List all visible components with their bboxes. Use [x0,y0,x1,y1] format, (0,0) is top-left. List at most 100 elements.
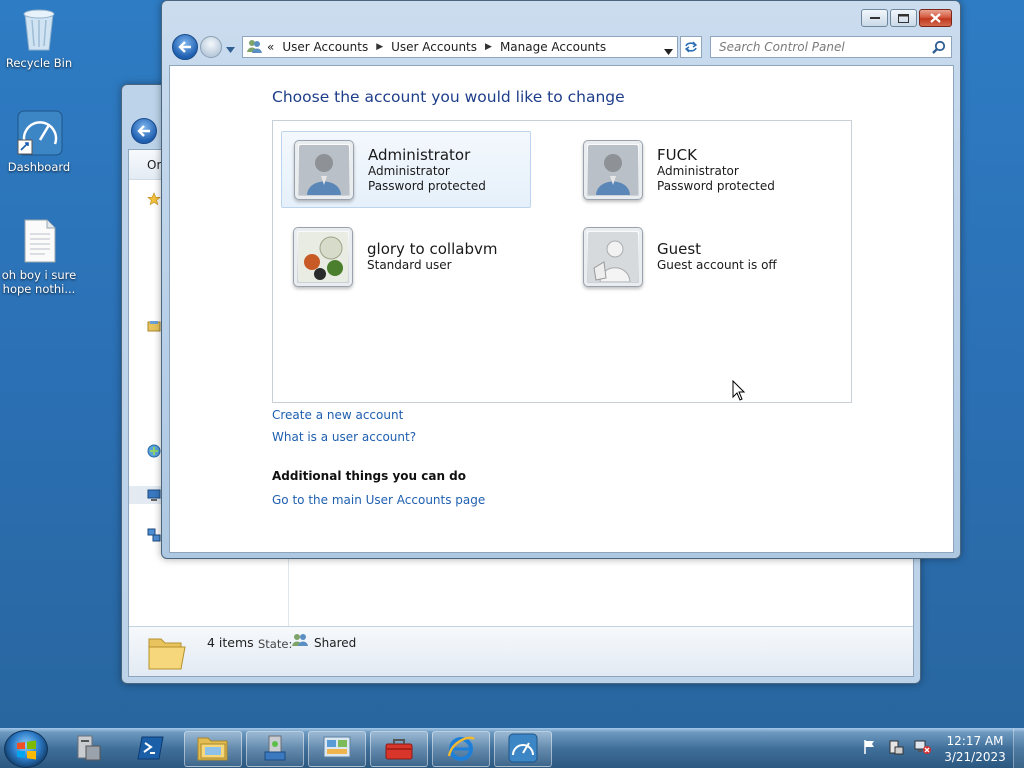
clock-date: 3/21/2023 [944,750,1006,764]
account-list: Administrator Administrator Password pro… [272,120,852,403]
back-button[interactable] [131,118,157,144]
control-panel-icon [322,734,352,765]
start-button[interactable] [4,730,48,768]
account-status: Guest account is off [657,258,777,272]
taskbar-internet-explorer[interactable] [432,731,490,767]
computer-icon [147,488,161,505]
details-pane: 4 items State: Shared [129,626,913,676]
chess-pieces-icon [298,231,348,282]
organize-menu[interactable]: Or [147,158,161,172]
taskbar-windows-explorer[interactable] [184,731,242,767]
manage-accounts-window[interactable]: « User Accounts ▶ User Accounts ▶ Manage… [161,0,961,559]
account-name: FUCK [657,145,697,164]
additional-things-heading: Additional things you can do [272,469,467,483]
account-type: Administrator [368,163,450,178]
chevron-down-icon[interactable] [664,44,673,58]
account-tile-administrator[interactable]: Administrator Administrator Password pro… [281,131,531,208]
what-is-user-account-link[interactable]: What is a user account? [272,430,416,444]
toolbox-icon [384,735,414,764]
shared-users-icon [292,633,308,650]
network-share-icon [261,734,289,765]
account-tile-fuck[interactable]: FUCK Administrator Password protected [571,131,821,208]
dashboard-shortcut-icon [17,110,63,156]
account-type: Administrator [657,163,739,178]
state-label: State: [258,637,293,651]
item-count: 4 items [207,635,254,650]
recycle-bin-icon [17,6,61,52]
default-user-icon [299,144,349,195]
taskbar-network-share[interactable] [246,731,304,767]
content-pane: Choose the account you would like to cha… [169,65,954,553]
default-user-icon [588,144,638,195]
desktop-icon-label: Recycle Bin [5,56,73,70]
breadcrumb-item[interactable]: Manage Accounts [500,40,606,54]
account-tile-glory-to-collabvm[interactable]: glory to collabvm Standard user [281,218,531,295]
account-type: Standard user [367,258,452,272]
close-button[interactable] [919,9,952,27]
desktop: Recycle Bin Dashboard oh boy i sure hope… [0,0,1024,728]
search-placeholder: Search Control Panel [719,40,845,54]
desktop-icon-text-file[interactable]: oh boy i sure hope nothi... [0,218,78,296]
homegroup-icon [147,444,161,461]
guest-user-icon [588,231,638,282]
search-input[interactable]: Search Control Panel [710,36,952,58]
system-clock[interactable]: 12:17 AM 3/21/2023 [940,733,1010,765]
account-password-status: Password protected [657,178,775,193]
internet-explorer-icon [446,733,476,766]
back-button[interactable] [172,34,198,60]
clock-time: 12:17 AM [946,734,1004,748]
taskbar-powershell[interactable] [122,731,180,767]
account-picture-frame [583,139,643,200]
user-accounts-icon [247,39,262,56]
account-name: Administrator [368,145,471,164]
refresh-button[interactable] [680,36,702,58]
server-manager-icon [74,733,104,766]
account-name: Guest [657,240,702,258]
create-new-account-link[interactable]: Create a new account [272,408,403,422]
account-picture-frame [294,139,354,200]
desktop-icon-label: oh boy i sure hope nothi... [1,268,77,296]
mouse-cursor-icon [732,379,746,404]
desktop-icon-dashboard[interactable]: Dashboard [0,110,78,174]
account-name: glory to collabvm [367,240,498,258]
desktop-icon-label: Dashboard [7,160,71,174]
state-value: Shared [314,636,357,650]
breadcrumb-overflow[interactable]: « [267,40,274,54]
network-icon [147,528,161,545]
forward-button[interactable] [200,36,222,58]
main-user-accounts-link[interactable]: Go to the main User Accounts page [272,493,485,507]
windows-explorer-icon [197,734,229,765]
breadcrumb-item[interactable]: User Accounts [391,40,477,54]
show-desktop-button[interactable] [1013,729,1024,768]
notification-area [862,739,932,758]
account-picture-frame [583,226,643,287]
maximize-button[interactable] [890,9,917,27]
server-manager-tray-icon[interactable] [888,739,904,758]
action-center-flag-icon[interactable] [862,739,878,758]
recent-pages-dropdown[interactable] [226,42,235,56]
text-document-icon [17,218,61,264]
folder-icon [147,633,187,676]
network-disconnected-icon[interactable] [914,739,932,758]
minimize-button[interactable] [861,9,888,27]
dashboard-icon [508,733,538,766]
page-title: Choose the account you would like to cha… [272,88,625,106]
account-password-status: Password protected [368,178,486,193]
breadcrumb-item[interactable]: User Accounts [282,40,368,54]
account-picture-frame [293,226,353,287]
address-bar[interactable]: « User Accounts ▶ User Accounts ▶ Manage… [242,36,678,58]
taskbar-server-manager[interactable] [60,731,118,767]
chevron-right-icon[interactable]: ▶ [376,42,383,52]
taskbar-control-panel[interactable] [308,731,366,767]
taskbar-dashboard[interactable] [494,731,552,767]
favorites-star-icon [147,192,161,209]
caption-buttons [861,9,952,27]
libraries-icon [147,320,161,335]
desktop-icon-recycle-bin[interactable]: Recycle Bin [0,6,78,70]
search-icon[interactable] [932,40,946,57]
taskbar: 12:17 AM 3/21/2023 [0,728,1024,768]
powershell-icon [137,735,165,764]
account-tile-guest[interactable]: Guest Guest account is off [571,218,821,295]
chevron-right-icon[interactable]: ▶ [485,42,492,52]
taskbar-toolbox[interactable] [370,731,428,767]
